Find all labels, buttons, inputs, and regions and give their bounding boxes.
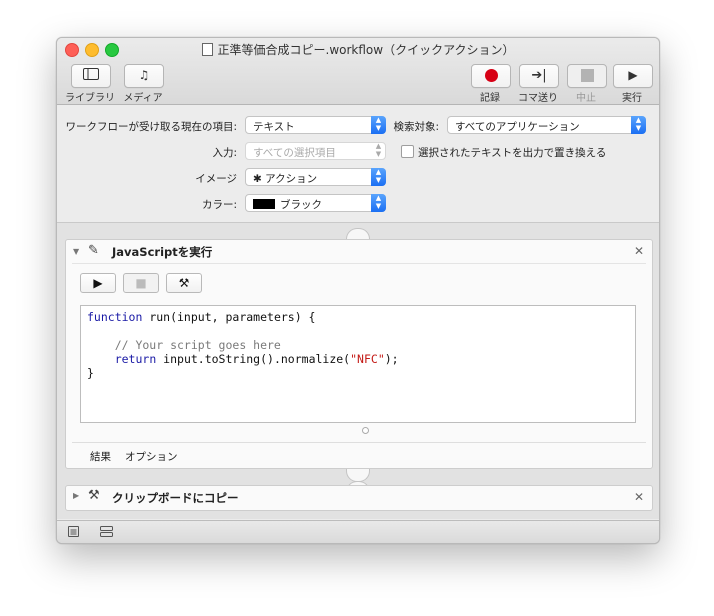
code-keyword: function bbox=[87, 310, 143, 324]
receives-value: テキスト bbox=[253, 121, 295, 133]
divider bbox=[72, 263, 646, 264]
image-value: アクション bbox=[265, 173, 318, 185]
record-icon bbox=[485, 69, 498, 82]
receives-label: ワークフローが受け取る現在の項目: bbox=[65, 121, 237, 133]
remove-action-button[interactable]: ✕ bbox=[634, 244, 644, 258]
code-text: run(input, parameters) { bbox=[142, 310, 316, 324]
step-icon: ➔| bbox=[531, 68, 547, 83]
replace-text-label: 選択されたテキストを出力で置き換える bbox=[418, 147, 607, 159]
code-string: "NFC" bbox=[350, 352, 385, 366]
code-keyword: return bbox=[114, 352, 157, 366]
code-text: input.toString().normalize( bbox=[156, 352, 351, 366]
toolbar: 正準等価合成コピー.workflow（クイックアクション） ライブラリ ♫ メデ… bbox=[57, 38, 659, 105]
code-comment: // Your script goes here bbox=[87, 338, 281, 352]
document-icon bbox=[201, 43, 213, 56]
tab-options[interactable]: オプション bbox=[125, 449, 178, 464]
remove-action-button[interactable]: ✕ bbox=[634, 490, 644, 504]
color-label: カラー: bbox=[201, 199, 237, 211]
library-button[interactable] bbox=[71, 64, 111, 88]
image-popup[interactable]: ✱ アクション ▲ ▼ bbox=[245, 168, 386, 186]
receives-popup[interactable]: テキスト ▲ ▼ bbox=[245, 116, 386, 134]
run-script-button[interactable]: ▶ bbox=[80, 273, 116, 293]
popup-arrows-icon: ▲ ▼ bbox=[631, 116, 646, 134]
media-label: メディア bbox=[123, 93, 163, 104]
automator-window: 正準等価合成コピー.workflow（クイックアクション） ライブラリ ♫ メデ… bbox=[56, 37, 660, 544]
script-icon: ✎ bbox=[88, 243, 99, 258]
bottom-bar bbox=[57, 520, 659, 543]
run-button[interactable]: ▶ bbox=[613, 64, 653, 88]
flow-view-icon[interactable] bbox=[100, 526, 113, 537]
tab-results[interactable]: 結果 bbox=[90, 449, 111, 464]
search-in-popup[interactable]: すべてのアプリケーション ▲ ▼ bbox=[447, 116, 646, 134]
replace-text-checkbox[interactable] bbox=[401, 145, 414, 158]
media-icon: ♫ bbox=[138, 68, 150, 82]
step-button[interactable]: ➔| bbox=[519, 64, 559, 88]
list-view-icon[interactable] bbox=[68, 526, 79, 537]
input-value: すべての選択項目 bbox=[253, 147, 336, 159]
action-title: クリップボードにコピー bbox=[112, 491, 239, 505]
input-label: 入力: bbox=[212, 147, 237, 159]
popup-arrows-icon: ▲ ▼ bbox=[371, 116, 386, 134]
compile-script-button[interactable]: ⚒ bbox=[166, 273, 202, 293]
color-swatch bbox=[253, 199, 275, 209]
action-title: JavaScriptを実行 bbox=[112, 245, 213, 259]
media-button[interactable]: ♫ bbox=[124, 64, 164, 88]
search-in-value: すべてのアプリケーション bbox=[455, 121, 580, 133]
library-label: ライブラリ bbox=[65, 93, 115, 104]
image-label: イメージ bbox=[195, 173, 237, 185]
popup-arrows-icon: ▲ ▼ bbox=[371, 194, 386, 212]
run-icon: ▶ bbox=[628, 68, 638, 82]
script-editor[interactable]: function run(input, parameters) { // You… bbox=[80, 305, 636, 423]
code-text: } bbox=[87, 366, 94, 380]
workflow-settings: ワークフローが受け取る現在の項目: テキスト ▲ ▼ 検索対象: すべてのアプリケ… bbox=[57, 105, 659, 223]
record-button[interactable] bbox=[471, 64, 511, 88]
popup-arrows-icon: ▲ ▼ bbox=[375, 142, 382, 158]
stop-script-button[interactable]: ■ bbox=[123, 273, 159, 293]
library-icon bbox=[72, 68, 110, 83]
color-popup[interactable]: ブラック ▲ ▼ bbox=[245, 194, 386, 212]
window-title: 正準等価合成コピー.workflow（クイックアクション） bbox=[57, 41, 659, 58]
input-popup[interactable]: すべての選択項目 ▲ ▼ bbox=[245, 142, 386, 160]
code-text: ); bbox=[384, 352, 399, 366]
run-label: 実行 bbox=[622, 93, 642, 104]
stop-icon bbox=[581, 69, 594, 82]
disclosure-triangle-icon[interactable]: ▼ bbox=[73, 247, 79, 256]
gear-icon: ✱ bbox=[253, 173, 266, 185]
popup-arrows-icon: ▲ ▼ bbox=[371, 168, 386, 186]
tools-icon: ⚒ bbox=[88, 488, 100, 503]
workflow-area: ▼ ✎ JavaScriptを実行 ✕ ▶ ■ ⚒ function run(i… bbox=[57, 222, 659, 519]
search-in-label: 検索対象: bbox=[393, 121, 439, 133]
stop-button[interactable] bbox=[567, 64, 607, 88]
color-value: ブラック bbox=[280, 199, 322, 211]
action-copy-to-clipboard[interactable]: ▶ ⚒ クリップボードにコピー ✕ bbox=[65, 485, 653, 511]
divider bbox=[72, 442, 646, 443]
action-run-javascript[interactable]: ▼ ✎ JavaScriptを実行 ✕ ▶ ■ ⚒ function run(i… bbox=[65, 239, 653, 469]
disclosure-triangle-icon[interactable]: ▶ bbox=[73, 491, 79, 500]
resize-handle[interactable] bbox=[362, 427, 369, 434]
